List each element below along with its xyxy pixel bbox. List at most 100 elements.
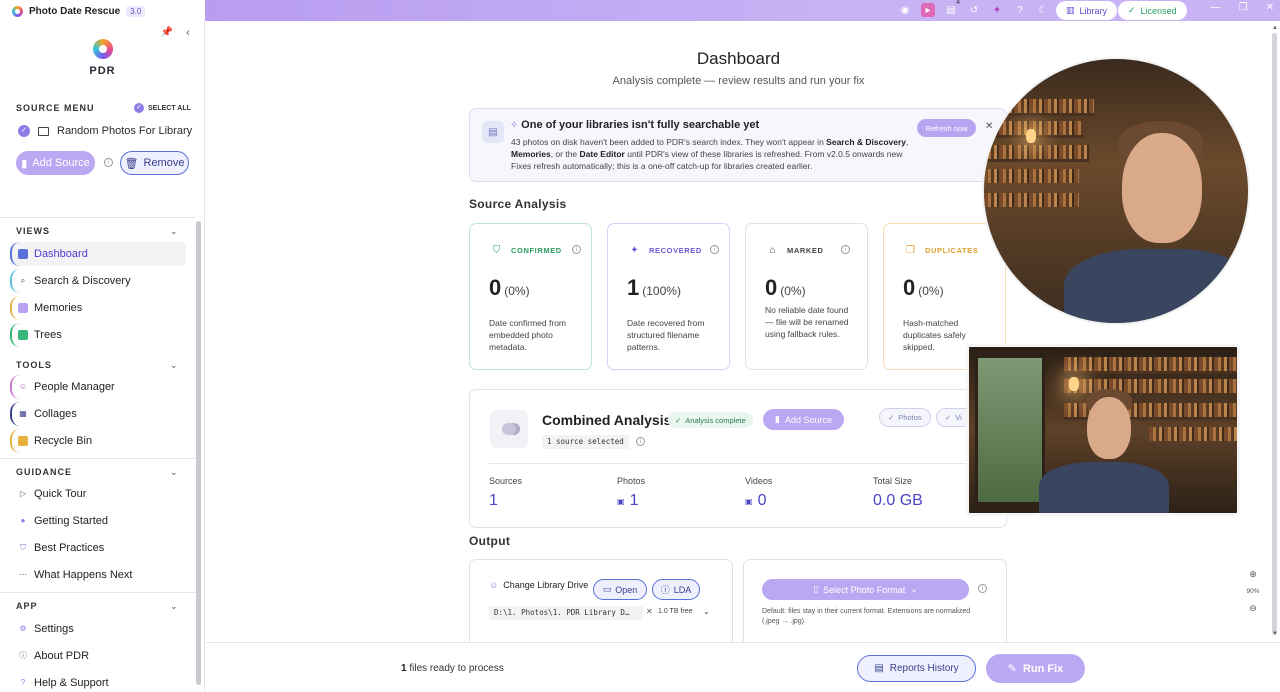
collapse-sidebar-icon[interactable]: ‹ bbox=[180, 27, 196, 43]
add-source-button[interactable]: ▮ Add Source bbox=[16, 151, 95, 175]
nav-quick-tour[interactable]: ▷ Quick Tour bbox=[10, 482, 186, 506]
format-description: Default: files stay in their current for… bbox=[762, 608, 971, 625]
chip-label: Photos bbox=[898, 413, 922, 422]
refresh-now-button[interactable]: Refresh now bbox=[917, 119, 976, 137]
nav-dashboard[interactable]: Dashboard bbox=[10, 242, 186, 266]
notification-badge: 4 bbox=[956, 0, 960, 6]
info-icon[interactable]: i bbox=[636, 437, 645, 446]
maximize-icon[interactable]: ❐ bbox=[1239, 2, 1248, 13]
card-value: 0 (0%) bbox=[903, 275, 944, 301]
chevron-down-icon[interactable]: ⌄ bbox=[170, 226, 178, 237]
chevron-down-icon: ⌄ bbox=[910, 584, 918, 594]
nav-memories[interactable]: Memories bbox=[10, 296, 186, 320]
scroll-down-icon[interactable]: ▼ bbox=[1272, 631, 1278, 637]
nav-people-manager[interactable]: ☺ People Manager bbox=[10, 375, 186, 399]
info-icon[interactable]: i bbox=[104, 158, 113, 167]
help-icon[interactable]: ? bbox=[1013, 3, 1027, 17]
chevron-down-icon[interactable]: ⌄ bbox=[170, 360, 178, 371]
toolbar-icons: ◉ ▸ ▤ 4 ↺ ✦ ? ☾ bbox=[898, 0, 1050, 17]
theme-icon[interactable]: ☾ bbox=[1036, 3, 1050, 17]
camera-icon[interactable]: ◉ bbox=[898, 3, 912, 17]
scrollbar-thumb[interactable] bbox=[1272, 33, 1277, 635]
nav-best-practices[interactable]: ⛉ Best Practices bbox=[10, 536, 186, 560]
trash-icon: 🗑 bbox=[124, 157, 139, 170]
nav-label: Settings bbox=[34, 623, 74, 635]
free-space: 1.0 TB free bbox=[658, 608, 693, 615]
nav-indicator bbox=[10, 375, 20, 399]
photos-filter-chip[interactable]: ✓ Photos bbox=[879, 408, 931, 427]
arrow-icon: ⋯ bbox=[19, 570, 27, 579]
chevron-down-icon[interactable]: ⌄ bbox=[170, 467, 178, 478]
nav-search-discovery[interactable]: ⌕ Search & Discovery bbox=[10, 269, 186, 293]
nav-what-happens-next[interactable]: ⋯ What Happens Next bbox=[10, 563, 186, 587]
pin-icon[interactable]: 📌 bbox=[159, 27, 175, 43]
nav-trees[interactable]: Trees bbox=[10, 323, 186, 347]
info-icon[interactable]: i bbox=[572, 245, 581, 254]
file-plus-icon: ▮ bbox=[775, 414, 780, 424]
nav-settings[interactable]: ⚙ Settings bbox=[10, 617, 186, 641]
sidebar-scrollbar[interactable] bbox=[196, 221, 201, 685]
licensed-button[interactable]: ✓ Licensed bbox=[1118, 1, 1187, 20]
video-icon[interactable]: ▸ bbox=[921, 3, 935, 17]
chevron-down-icon[interactable]: ⌄ bbox=[703, 607, 710, 616]
card-label: MARKED bbox=[787, 246, 824, 255]
photo-format-card: ▯ Select Photo Format ⌄ i Default: files… bbox=[743, 559, 1007, 649]
pdr-logo-icon bbox=[92, 39, 113, 59]
nav-collages[interactable]: ▦ Collages bbox=[10, 402, 186, 426]
select-all-button[interactable]: ✓ SELECT ALL bbox=[134, 103, 191, 113]
app-heading: APP bbox=[16, 601, 38, 611]
open-button[interactable]: ▭ Open bbox=[593, 579, 647, 600]
version-badge: 3.0 bbox=[126, 5, 146, 17]
nav-indicator bbox=[10, 323, 20, 347]
video-icon: ▣ bbox=[745, 496, 753, 506]
select-all-label: SELECT ALL bbox=[148, 104, 191, 112]
file-plus-icon: ▮ bbox=[21, 157, 28, 170]
select-photo-format-button[interactable]: ▯ Select Photo Format ⌄ bbox=[762, 579, 969, 600]
info-icon[interactable]: i bbox=[978, 584, 987, 593]
nav-help-support[interactable]: ? Help & Support bbox=[10, 671, 186, 692]
stat-sources: Sources 1 bbox=[489, 476, 522, 510]
remove-source-button[interactable]: 🗑 Remove bbox=[120, 151, 189, 175]
nav-about[interactable]: ⓘ About PDR bbox=[10, 644, 186, 668]
minimize-icon[interactable]: — bbox=[1211, 2, 1221, 13]
change-drive-row[interactable]: ☺ Change Library Drive bbox=[489, 580, 588, 590]
close-window-icon[interactable]: ✕ bbox=[1266, 2, 1274, 13]
zoom-out-icon[interactable]: ⊖ bbox=[1249, 603, 1257, 614]
wall-lamp bbox=[1069, 377, 1079, 391]
nav-indicator bbox=[10, 402, 20, 426]
source-checked-icon[interactable]: ✓ bbox=[18, 125, 30, 137]
stat-value: 0 bbox=[757, 492, 767, 509]
nav-label: Trees bbox=[34, 329, 62, 341]
lda-button[interactable]: ⓘ LDA bbox=[652, 579, 700, 600]
stat-label: Videos bbox=[745, 476, 773, 486]
info-icon[interactable]: i bbox=[710, 245, 719, 254]
sidebar-divider bbox=[0, 217, 196, 218]
library-path: D:\1. Photos\1. PDR Library D… bbox=[489, 606, 643, 620]
magic-icon[interactable]: ✦ bbox=[990, 3, 1004, 17]
main-scrollbar[interactable] bbox=[1272, 33, 1278, 635]
chip-label: Vi bbox=[955, 413, 962, 422]
clipboard-icon[interactable]: ▤ 4 bbox=[944, 0, 960, 17]
rocket-icon: ● bbox=[20, 516, 26, 525]
gear-icon: ⚙ bbox=[19, 624, 27, 633]
play-icon: ▷ bbox=[19, 489, 27, 498]
app-logo-icon bbox=[12, 5, 23, 17]
library-button[interactable]: ▥ Library bbox=[1056, 1, 1118, 20]
sidebar: PDR 📌 ‹ SOURCE MENU ✓ SELECT ALL ✓ Rando… bbox=[0, 21, 205, 692]
source-item[interactable]: ✓ Random Photos For Library bbox=[18, 125, 192, 137]
nav-label: Best Practices bbox=[34, 542, 105, 554]
scroll-up-icon[interactable]: ▲ bbox=[1272, 25, 1278, 31]
card-value: 1 (100%) bbox=[627, 275, 681, 301]
reports-history-button[interactable]: ▤ Reports History bbox=[857, 655, 976, 682]
undo-icon[interactable]: ↺ bbox=[967, 3, 981, 17]
run-fix-button[interactable]: ✎ Run Fix bbox=[986, 654, 1085, 683]
nav-recycle-bin[interactable]: Recycle Bin bbox=[10, 429, 186, 453]
add-source-button[interactable]: ▮ Add Source bbox=[763, 409, 844, 430]
chevron-down-icon[interactable]: ⌄ bbox=[170, 601, 178, 612]
card-value: 0 (0%) bbox=[765, 275, 806, 301]
zoom-in-icon[interactable]: ⊕ bbox=[1249, 569, 1257, 580]
combined-analysis-panel: Combined Analysis ✓ Analysis complete ▮ … bbox=[469, 389, 1007, 528]
info-icon[interactable]: i bbox=[841, 245, 850, 254]
nav-getting-started[interactable]: ● Getting Started bbox=[10, 509, 186, 533]
clear-path-icon[interactable]: ✕ bbox=[646, 607, 653, 616]
